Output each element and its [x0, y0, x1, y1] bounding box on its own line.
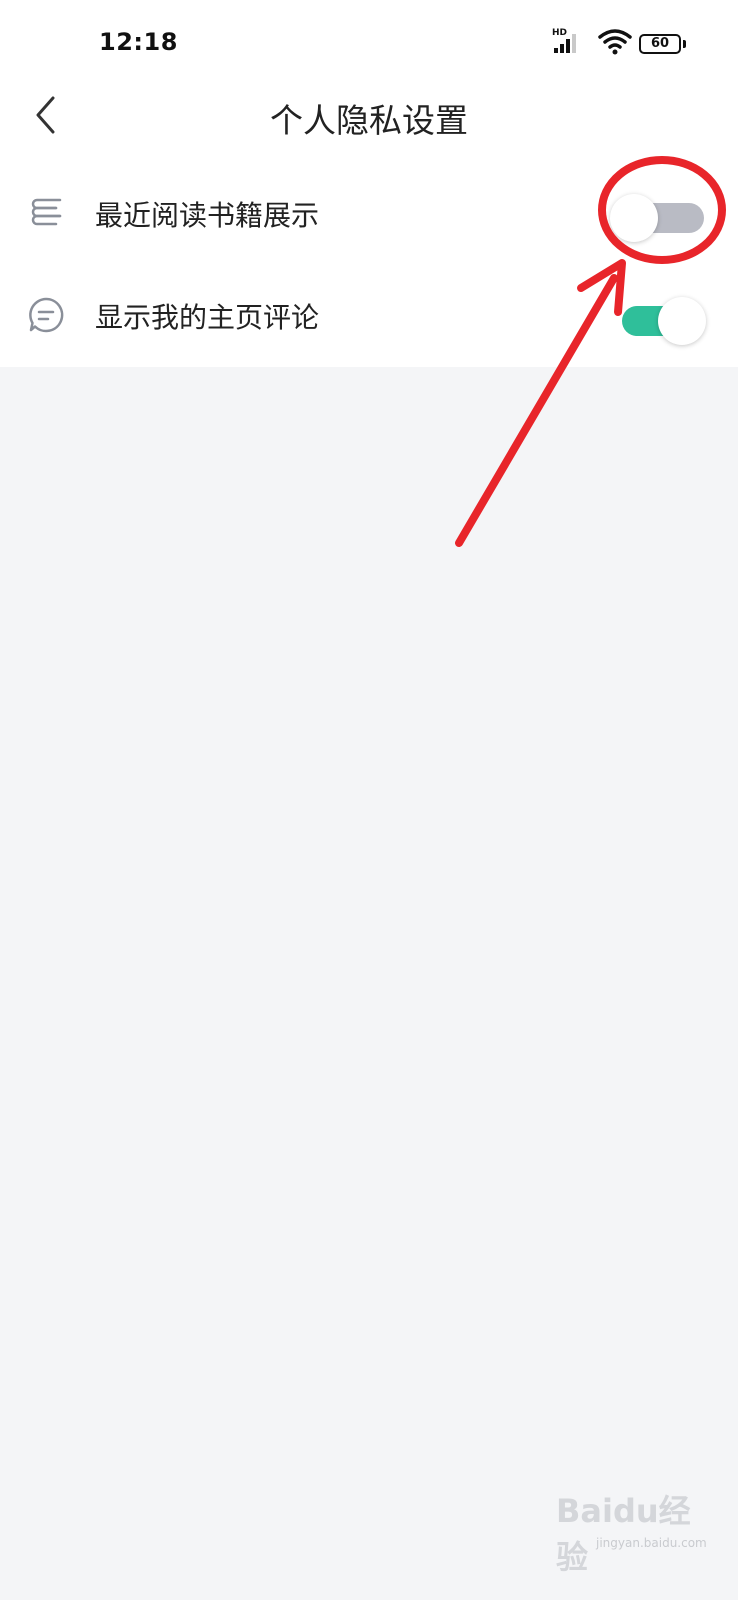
comment-icon — [29, 297, 64, 333]
watermark: Baidu经验 jingyan.baidu.com — [556, 1486, 716, 1576]
books-icon — [31, 198, 62, 226]
setting-row-homepage-comments: 显示我的主页评论 — [0, 265, 738, 365]
page-title: 个人隐私设置 — [270, 101, 468, 140]
recent-books-toggle[interactable] — [610, 194, 704, 242]
battery-icon: 60 — [639, 34, 681, 54]
status-time: 12:18 — [99, 28, 178, 56]
setting-row-recent-books: 最近阅读书籍展示 — [0, 163, 738, 263]
setting-label-recent-books: 最近阅读书籍展示 — [95, 199, 320, 232]
cellular-signal-icon: HD — [552, 28, 592, 58]
battery-level: 60 — [650, 36, 670, 51]
toggle-knob — [610, 194, 658, 242]
battery-tip — [683, 40, 686, 48]
toggle-knob — [658, 297, 706, 345]
watermark-brand: Baidu经验 — [556, 1492, 691, 1576]
nav-bar: 个人隐私设置 — [0, 80, 738, 150]
settings-panel: 12:18 HD 60 个人隐私设置 最近阅读书籍展示 显示我的主页评论 — [0, 0, 738, 367]
watermark-url: jingyan.baidu.com — [596, 1536, 707, 1550]
wifi-icon — [598, 28, 632, 56]
setting-label-homepage-comments: 显示我的主页评论 — [95, 301, 320, 334]
status-bar: 12:18 HD 60 — [0, 0, 738, 90]
network-type-label: HD — [552, 28, 568, 38]
homepage-comments-toggle[interactable] — [622, 297, 706, 345]
